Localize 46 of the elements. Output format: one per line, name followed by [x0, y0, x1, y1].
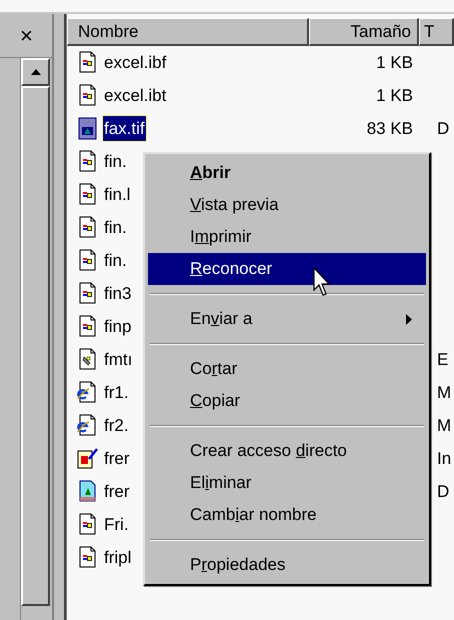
file-name[interactable]: excel.ibf: [103, 50, 168, 76]
file-name[interactable]: frer: [103, 446, 130, 472]
pane-splitter[interactable]: [54, 14, 66, 620]
file-type: D: [437, 482, 450, 501]
menu-item[interactable]: Imprimir: [148, 221, 426, 253]
file-type: M: [437, 382, 452, 402]
file-type: D: [437, 118, 450, 138]
menu-item[interactable]: Copiar: [148, 385, 426, 417]
column-header[interactable]: Tamaño: [309, 18, 419, 46]
file-name[interactable]: fax.tif: [103, 116, 146, 142]
mouse-pointer-icon: [313, 267, 333, 297]
file-name[interactable]: finp: [103, 314, 132, 340]
close-button[interactable]: ×: [20, 24, 33, 46]
file-name[interactable]: fin.l: [103, 182, 132, 208]
file-type: E: [437, 350, 448, 369]
edit-file-icon: [77, 446, 99, 470]
file-name[interactable]: frer: [103, 478, 130, 504]
scroll-up-button[interactable]: [21, 58, 50, 86]
menu-item[interactable]: Crear acceso directo: [148, 435, 426, 467]
menu-item[interactable]: Cortar: [148, 353, 426, 385]
menu-item[interactable]: Reconocer: [148, 253, 426, 285]
menu-item[interactable]: Enviar a: [148, 303, 426, 335]
column-header[interactable]: T: [419, 18, 454, 46]
file-name[interactable]: fin.: [103, 248, 128, 274]
menu-item[interactable]: Propiedades: [148, 549, 426, 581]
menu-item[interactable]: Vista previa: [148, 189, 426, 221]
file-name[interactable]: fr1.: [103, 380, 130, 406]
file-name[interactable]: fmtı: [103, 346, 134, 372]
file-name[interactable]: fin3: [103, 280, 132, 306]
file-name[interactable]: fripl: [103, 544, 132, 570]
menu-item[interactable]: Eliminar: [148, 467, 426, 499]
menu-item[interactable]: Abrir: [148, 157, 426, 189]
file-name[interactable]: fin.: [103, 148, 128, 174]
file-size: 1 KB: [376, 86, 413, 105]
menu-item[interactable]: Cambiar nombre: [148, 499, 426, 531]
file-type: M: [437, 416, 452, 435]
column-header[interactable]: Nombre: [67, 18, 309, 46]
file-type: In: [437, 448, 452, 468]
up-arrow-icon: [30, 69, 40, 75]
file-name[interactable]: fr2.: [103, 412, 130, 438]
file-name[interactable]: excel.ibt: [103, 82, 168, 108]
file-size: 83 KB: [366, 118, 413, 138]
file-name[interactable]: Fri.: [103, 512, 130, 538]
image-file-icon: [77, 116, 99, 140]
file-size: 1 KB: [376, 52, 413, 72]
file-name[interactable]: fin.: [103, 214, 128, 240]
